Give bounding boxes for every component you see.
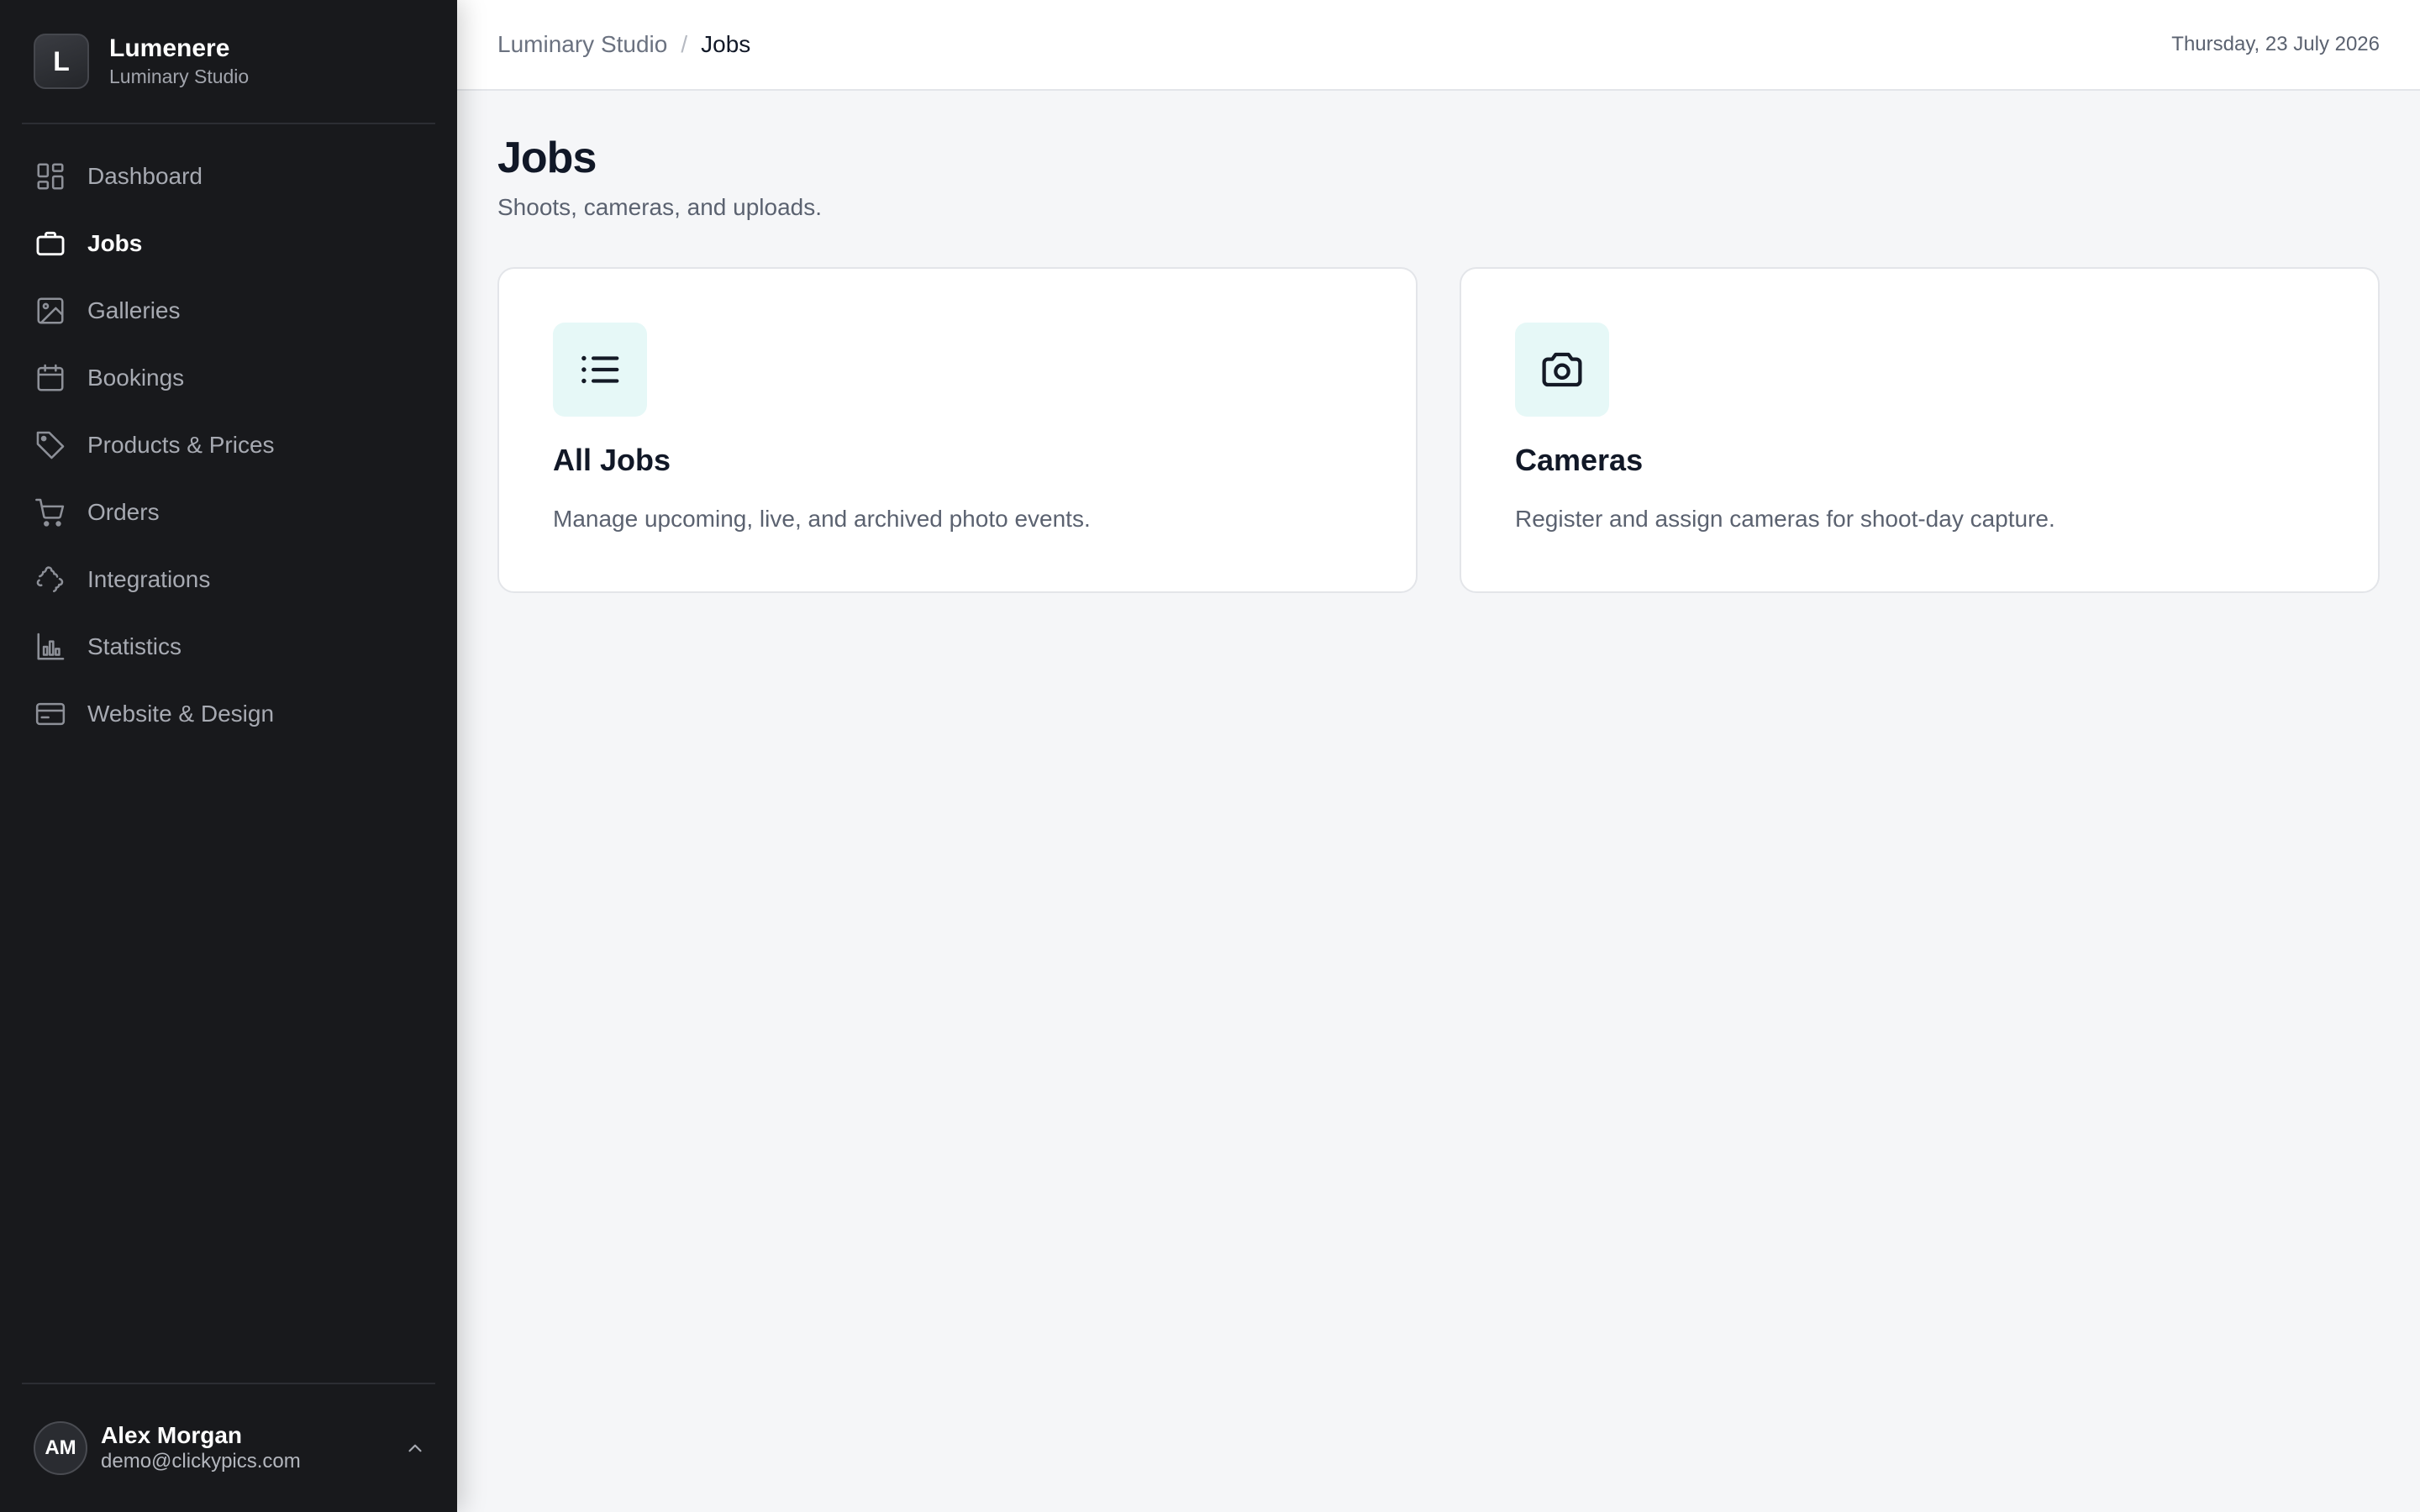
tag-icon: [34, 428, 67, 462]
camera-icon: [1515, 323, 1609, 417]
sidebar-item-products-prices[interactable]: Products & Prices: [0, 412, 457, 479]
image-icon: [34, 294, 67, 328]
sidebar-item-label: Galleries: [87, 297, 181, 323]
card-grid: All Jobs Manage upcoming, live, and arch…: [497, 267, 2380, 593]
card-title: All Jobs: [553, 443, 671, 477]
breadcrumb: Luminary Studio / Jobs: [497, 31, 750, 58]
brand-header[interactable]: L Lumenere Luminary Studio: [22, 0, 435, 124]
sidebar-item-dashboard[interactable]: Dashboard: [0, 143, 457, 210]
sidebar-item-statistics[interactable]: Statistics: [0, 613, 457, 680]
sidebar-item-website-design[interactable]: Website & Design: [0, 680, 457, 748]
avatar: AM: [34, 1421, 87, 1475]
brand-name: Lumenere: [109, 34, 230, 62]
puzzle-icon: [34, 563, 67, 596]
all-jobs-card[interactable]: All Jobs Manage upcoming, live, and arch…: [497, 267, 1418, 593]
current-date: Thursday, 23 July 2026: [2171, 33, 2380, 55]
sidebar-item-orders[interactable]: Orders: [0, 479, 457, 546]
bar-chart-icon: [34, 630, 67, 664]
sidebar-item-label: Jobs: [87, 230, 143, 256]
briefcase-icon: [34, 227, 67, 260]
sidebar-item-label: Dashboard: [87, 163, 203, 189]
card-description: Register and assign cameras for shoot-da…: [1515, 506, 2055, 532]
sidebar-item-bookings[interactable]: Bookings: [0, 344, 457, 412]
top-bar: Luminary Studio / Jobs Thursday, 23 July…: [457, 0, 2420, 91]
card-description: Manage upcoming, live, and archived phot…: [553, 506, 1091, 532]
sidebar-item-label: Bookings: [87, 365, 185, 391]
sidebar-nav: Dashboard Jobs Galleries Bookings Produc…: [0, 124, 457, 748]
user-menu[interactable]: AM Alex Morgan demo@clickypics.com: [22, 1383, 435, 1512]
sidebar-item-galleries[interactable]: Galleries: [0, 277, 457, 344]
sidebar-item-jobs[interactable]: Jobs: [0, 210, 457, 277]
calendar-icon: [34, 361, 67, 395]
chevron-up-icon[interactable]: [398, 1431, 432, 1465]
page-subtitle: Shoots, cameras, and uploads.: [497, 194, 823, 220]
card-icon: [34, 697, 67, 731]
sidebar-item-label: Integrations: [87, 566, 211, 592]
cart-icon: [34, 496, 67, 529]
sidebar-item-label: Orders: [87, 499, 160, 525]
user-name: Alex Morgan: [101, 1422, 243, 1448]
sidebar-item-label: Statistics: [87, 633, 182, 659]
main-area: Luminary Studio / Jobs Thursday, 23 July…: [457, 0, 2420, 1512]
brand-logo: L: [34, 34, 89, 89]
brand-subtitle: Luminary Studio: [109, 66, 250, 87]
brand-text: Lumenere Luminary Studio: [109, 34, 249, 89]
user-email: demo@clickypics.com: [101, 1450, 301, 1473]
dashboard-icon: [34, 160, 67, 193]
sidebar-item-label: Website & Design: [87, 701, 275, 727]
breadcrumb-root-link[interactable]: Luminary Studio: [497, 31, 667, 58]
user-info: Alex Morgan demo@clickypics.com: [101, 1422, 398, 1474]
list-icon: [553, 323, 647, 417]
sidebar-item-label: Products & Prices: [87, 432, 275, 458]
page-content: Jobs Shoots, cameras, and uploads. All J…: [457, 91, 2420, 593]
sidebar: L Lumenere Luminary Studio Dashboard Job…: [0, 0, 457, 1512]
breadcrumb-current: Jobs: [701, 31, 751, 57]
card-title: Cameras: [1515, 443, 1644, 477]
breadcrumb-separator: /: [681, 31, 688, 57]
cameras-card[interactable]: Cameras Register and assign cameras for …: [1460, 267, 2380, 593]
page-title: Jobs: [497, 134, 597, 182]
app-root: L Lumenere Luminary Studio Dashboard Job…: [0, 0, 2420, 1512]
sidebar-item-integrations[interactable]: Integrations: [0, 546, 457, 613]
